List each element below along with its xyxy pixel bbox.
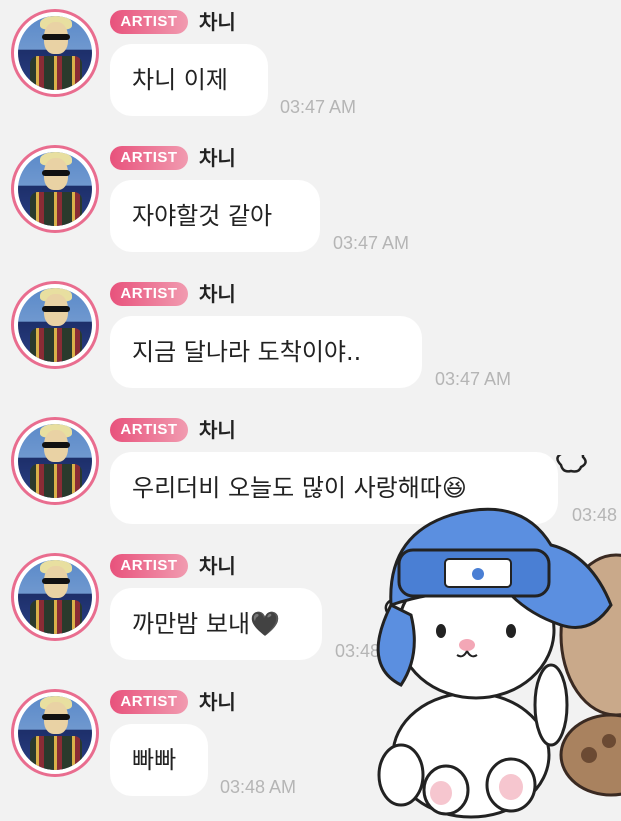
artist-avatar[interactable]	[11, 281, 99, 369]
sender-name: 차니	[199, 282, 236, 306]
message-bubble[interactable]: 자야할것 같아	[110, 180, 320, 252]
avatar-photo	[18, 560, 92, 634]
message-time: 03:47 AM	[280, 97, 357, 117]
message-row: ARTIST 차니 차니 이제 03:47 AM	[0, 0, 621, 136]
artist-avatar[interactable]	[11, 9, 99, 97]
sender-name: 차니	[199, 146, 236, 170]
message-bubble[interactable]: 우리더비 오늘도 많이 사랑해따😆	[110, 452, 558, 524]
message-bubble[interactable]: 빠빠	[110, 724, 208, 796]
message-time: 03:48 AM	[335, 641, 412, 661]
message-bubble[interactable]: 까만밤 보내🖤	[110, 588, 322, 660]
message-row: ARTIST 차니 우리더비 오늘도 많이 사랑해따😆 03:48 AM	[0, 408, 621, 544]
sender-name: 차니	[199, 690, 236, 714]
message-row: ARTIST 차니 지금 달나라 도착이야.. 03:47 AM	[0, 272, 621, 408]
message-row: ARTIST 차니 까만밤 보내🖤 03:48 AM	[0, 544, 621, 680]
avatar-photo	[18, 696, 92, 770]
artist-badge: ARTIST	[110, 10, 188, 34]
message-bubble[interactable]: 지금 달나라 도착이야..	[110, 316, 422, 388]
avatar-photo	[18, 16, 92, 90]
sender-name: 차니	[199, 10, 236, 34]
message-time: 03:47 AM	[435, 369, 512, 389]
message-row: ARTIST 차니 빠빠 03:48 AM	[0, 680, 621, 816]
message-row: ARTIST 차니 자야할것 같아 03:47 AM	[0, 136, 621, 272]
artist-badge: ARTIST	[110, 554, 188, 578]
sender-name: 차니	[199, 418, 236, 442]
artist-badge: ARTIST	[110, 690, 188, 714]
artist-avatar[interactable]	[11, 553, 99, 641]
message-time: 03:48 AM	[220, 777, 297, 797]
avatar-photo	[18, 288, 92, 362]
sender-name: 차니	[199, 554, 236, 578]
artist-avatar[interactable]	[11, 145, 99, 233]
artist-badge: ARTIST	[110, 418, 188, 442]
avatar-photo	[18, 424, 92, 498]
message-time: 03:48 AM	[572, 505, 621, 525]
avatar-photo	[18, 152, 92, 226]
message-time: 03:47 AM	[333, 233, 410, 253]
artist-badge: ARTIST	[110, 282, 188, 306]
artist-avatar[interactable]	[11, 417, 99, 505]
artist-badge: ARTIST	[110, 146, 188, 170]
artist-avatar[interactable]	[11, 689, 99, 777]
message-bubble[interactable]: 차니 이제	[110, 44, 268, 116]
